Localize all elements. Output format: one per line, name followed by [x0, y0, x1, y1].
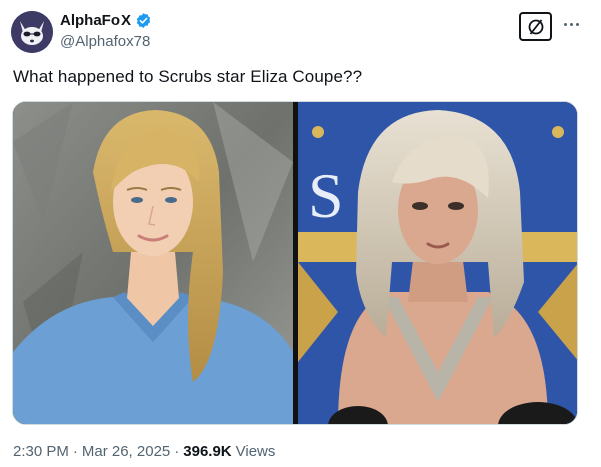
author-name-row[interactable]: AlphaFo X — [60, 12, 152, 29]
tweet-media[interactable]: S NC — [12, 101, 578, 425]
tweet-card: AlphaFo X @Alphafox78 What happened to S… — [0, 0, 601, 467]
fox-avatar-icon[interactable] — [11, 11, 53, 53]
meta-separator: · — [174, 443, 180, 460]
tweet-time[interactable]: 2:30 PM — [13, 443, 69, 460]
views-count[interactable]: 396.9K — [183, 443, 231, 460]
author-handle[interactable]: @Alphafox78 — [60, 33, 150, 50]
tweet-date[interactable]: Mar 26, 2025 — [82, 443, 170, 460]
x-logo-suffix: X — [121, 12, 132, 29]
verified-badge-icon — [135, 12, 152, 29]
photo-actress-event[interactable]: S NC — [298, 102, 577, 424]
photo-actress-scrubs[interactable] — [13, 102, 293, 424]
grok-icon[interactable] — [519, 12, 552, 41]
views-label: Views — [235, 443, 276, 460]
tweet-meta: 2:30 PM · Mar 26, 2025 · 396.9K Views — [13, 443, 275, 460]
meta-separator: · — [72, 443, 78, 460]
tweet-text: What happened to Scrubs star Eliza Coupe… — [13, 67, 363, 86]
author-display-name[interactable]: AlphaFo — [60, 12, 120, 29]
more-options-icon[interactable] — [558, 14, 584, 34]
